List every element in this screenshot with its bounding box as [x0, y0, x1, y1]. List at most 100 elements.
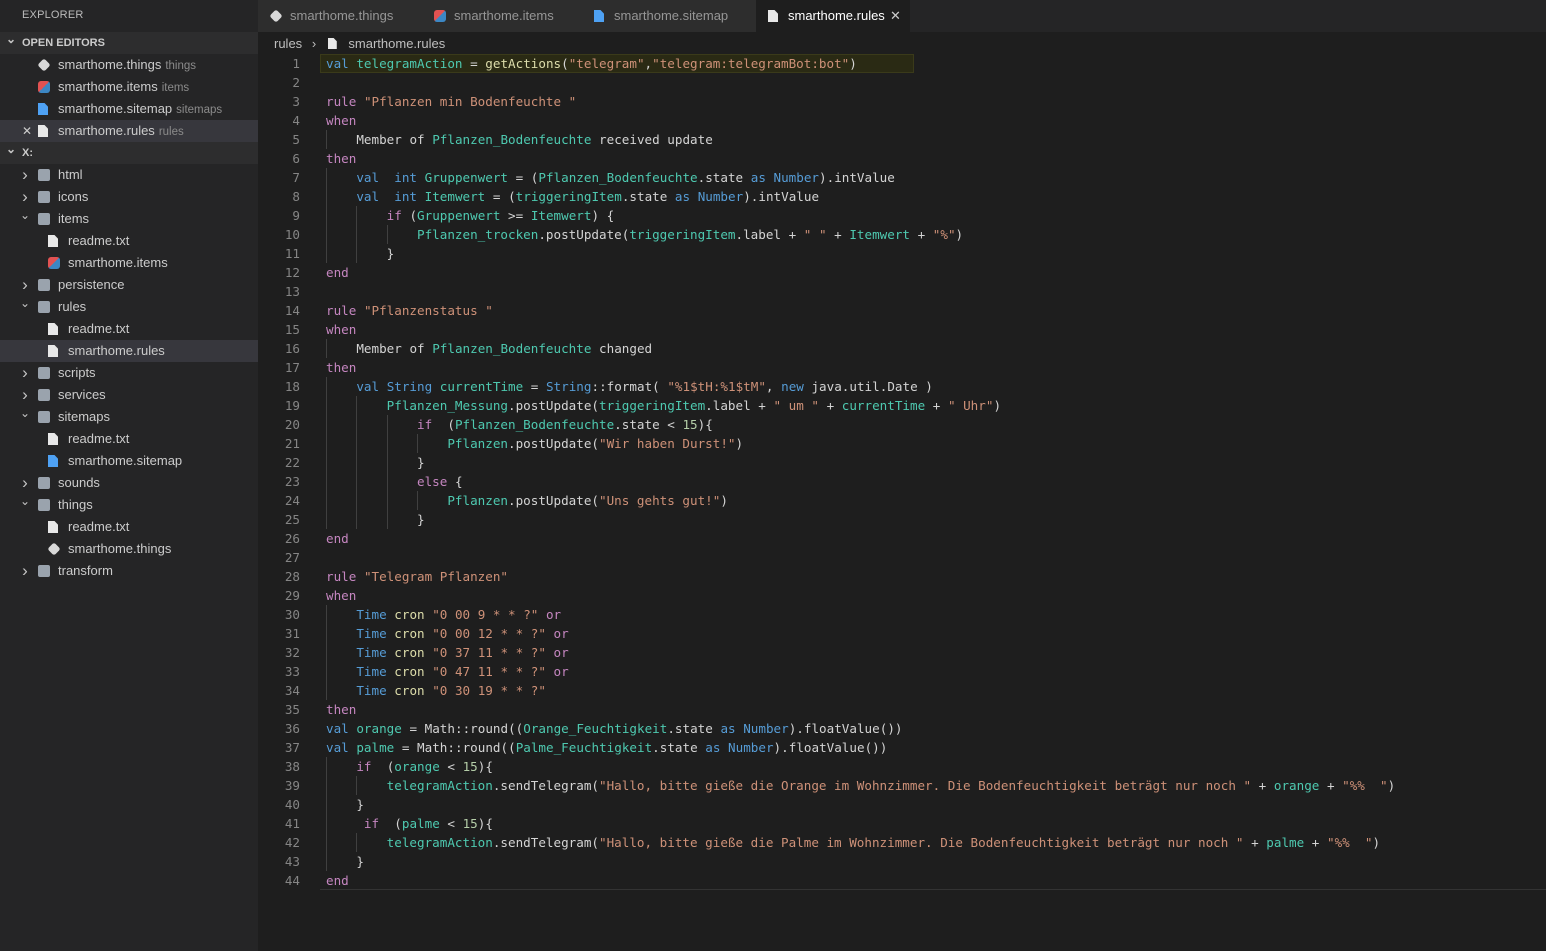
line-number: 30: [284, 607, 300, 622]
line-number: 14: [284, 303, 300, 318]
close-icon[interactable]: ✕: [22, 120, 32, 142]
code-line: 22 }: [258, 453, 1546, 472]
open-editor-name: smarthome.things: [58, 57, 162, 72]
folder-item-rules[interactable]: ⌄ rules: [0, 296, 258, 318]
file-item[interactable]: readme.txt: [0, 516, 258, 538]
explorer-section-header[interactable]: ⌄ OPEN EDITORS: [0, 32, 258, 54]
code-text: if (orange < 15){: [356, 759, 493, 774]
chevron-right-icon[interactable]: ›: [18, 164, 32, 186]
code-line: 34 Time cron "0 30 19 * * ?": [258, 681, 1546, 700]
code-text: then: [326, 360, 357, 375]
line-number: 35: [284, 702, 300, 717]
line-number: 37: [284, 740, 300, 755]
breadcrumb-file[interactable]: smarthome.rules: [348, 36, 445, 51]
tree-item-label: readme.txt: [68, 431, 130, 446]
code-text: rule "Telegram Pflanzen": [326, 569, 508, 584]
code-text: val int Gruppenwert = (Pflanzen_Bodenfeu…: [356, 170, 895, 185]
chevron-down-icon[interactable]: ⌄: [18, 490, 32, 512]
breadcrumb-folder[interactable]: rules: [274, 36, 302, 51]
chevron-down-icon[interactable]: ⌄: [18, 292, 32, 314]
close-icon[interactable]: ✕: [890, 0, 901, 31]
items-colored-icon: [434, 10, 446, 22]
code-line: 20 if (Pflanzen_Bodenfeuchte.state < 15)…: [258, 415, 1546, 434]
line-number: 33: [284, 664, 300, 679]
open-editor-folder: things: [165, 60, 197, 72]
code-line: 12 end: [258, 263, 1546, 282]
code-text: when: [326, 588, 357, 603]
file-item[interactable]: readme.txt: [0, 318, 258, 340]
chevron-right-icon[interactable]: ›: [18, 560, 32, 582]
chevron-down-icon[interactable]: ⌄: [18, 402, 32, 424]
code-editor[interactable]: 1 val telegramAction = getActions("telegr…: [258, 54, 1546, 951]
folder-item-html[interactable]: › html: [0, 164, 258, 186]
line-number: 32: [284, 645, 300, 660]
tab-smarthome-rules[interactable]: smarthome.rules ✕: [756, 0, 911, 32]
line-number: 8: [292, 189, 300, 204]
code-text: Member of Pflanzen_Bodenfeuchte changed: [356, 341, 653, 356]
things-cube-icon: [37, 58, 51, 72]
code-line: 7 val int Gruppenwert = (Pflanzen_Bodenf…: [258, 168, 1546, 187]
code-text: rule "Pflanzen min Bodenfeuchte ": [326, 94, 577, 109]
folder-icon: [38, 367, 50, 379]
sitemap-file-icon: [594, 10, 604, 22]
chevron-right-icon[interactable]: ›: [18, 362, 32, 384]
code-text: }: [417, 455, 425, 470]
code-text: val orange = Math::round((Orange_Feuchti…: [326, 721, 903, 736]
line-number: 1: [292, 56, 300, 71]
tree-item-label: persistence: [58, 277, 125, 292]
line-number: 15: [284, 322, 300, 337]
folder-item-services[interactable]: › services: [0, 384, 258, 406]
open-editor-item[interactable]: ✕ smarthome.rules rules: [0, 120, 258, 142]
file-icon: [48, 235, 58, 247]
explorer-title: EXPLORER: [22, 9, 84, 21]
things-cube-icon: [47, 542, 61, 556]
file-item[interactable]: smarthome.sitemap: [0, 450, 258, 472]
code-text: Pflanzen_trocken.postUpdate(triggeringIt…: [417, 227, 964, 242]
code-line: 44 end: [258, 871, 1546, 890]
folder-item-transform[interactable]: › transform: [0, 560, 258, 582]
explorer-section-header[interactable]: ⌄ X:: [0, 142, 258, 164]
line-number: 22: [284, 455, 300, 470]
code-line: 14 rule "Pflanzenstatus ": [258, 301, 1546, 320]
folder-item-sitemaps[interactable]: ⌄ sitemaps: [0, 406, 258, 428]
folder-item-items[interactable]: ⌄ items: [0, 208, 258, 230]
file-item[interactable]: readme.txt: [0, 428, 258, 450]
file-item[interactable]: smarthome.items: [0, 252, 258, 274]
code-text: then: [326, 702, 357, 717]
code-line: 6 then: [258, 149, 1546, 168]
cursor-line-border: [320, 889, 1546, 890]
code-line: 35 then: [258, 700, 1546, 719]
line-number: 24: [284, 493, 300, 508]
line-number: 39: [284, 778, 300, 793]
items-colored-icon: [48, 257, 60, 269]
folder-item-persistence[interactable]: › persistence: [0, 274, 258, 296]
folder-item-things[interactable]: ⌄ things: [0, 494, 258, 516]
file-item[interactable]: smarthome.rules: [0, 340, 258, 362]
chevron-down-icon: ⌄: [5, 142, 17, 156]
explorer-sidebar: EXPLORER ⌄ OPEN EDITORS smarthome.things th…: [0, 0, 258, 951]
open-editor-item[interactable]: smarthome.things things: [0, 54, 258, 76]
open-editor-item[interactable]: smarthome.items items: [0, 76, 258, 98]
open-editor-item[interactable]: smarthome.sitemap sitemaps: [0, 98, 258, 120]
file-icon: [327, 38, 337, 49]
file-item[interactable]: readme.txt: [0, 230, 258, 252]
folder-icon: [38, 389, 50, 401]
file-item[interactable]: smarthome.things: [0, 538, 258, 560]
code-text: val String currentTime = String::format(…: [356, 379, 933, 394]
rules-file-icon: [768, 10, 778, 22]
tab-smarthome-items[interactable]: smarthome.items: [422, 0, 583, 32]
tree-item-label: items: [58, 211, 90, 226]
tab-smarthome-sitemap[interactable]: smarthome.sitemap: [582, 0, 757, 32]
line-number: 36: [284, 721, 300, 736]
code-line: 24 Pflanzen.postUpdate("Uns gehts gut!"): [258, 491, 1546, 510]
folder-item-scripts[interactable]: › scripts: [0, 362, 258, 384]
folder-item-icons[interactable]: › icons: [0, 186, 258, 208]
folder-icon: [38, 565, 50, 577]
chevron-down-icon[interactable]: ⌄: [18, 204, 32, 226]
tab-smarthome-things[interactable]: smarthome.things: [258, 0, 423, 32]
line-number: 5: [292, 132, 300, 147]
line-number: 31: [284, 626, 300, 641]
folder-item-sounds[interactable]: › sounds: [0, 472, 258, 494]
code-text: if (palme < 15){: [363, 816, 493, 831]
line-number: 29: [284, 588, 300, 603]
